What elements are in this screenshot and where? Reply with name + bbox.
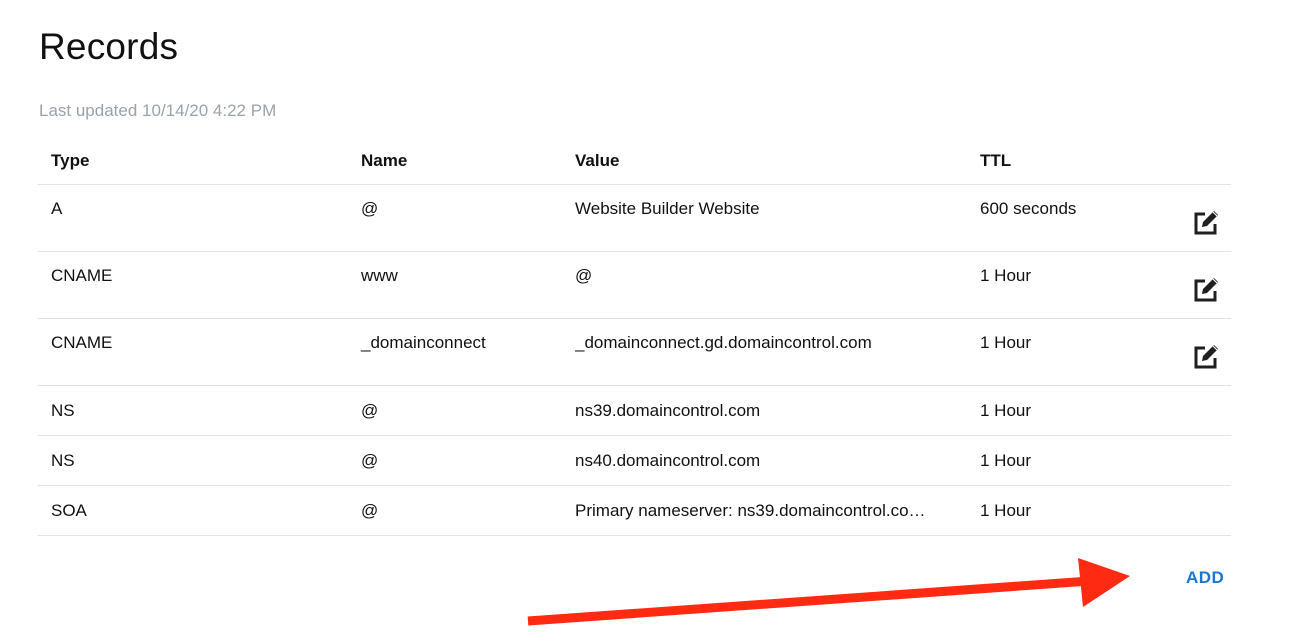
record-name: www — [361, 266, 398, 285]
record-type: NS — [51, 401, 75, 420]
edit-record-button[interactable] — [1190, 207, 1222, 239]
edit-icon — [1194, 211, 1218, 235]
record-value: _domainconnect.gd.domaincontrol.com — [575, 333, 872, 352]
table-row: NS @ ns39.domaincontrol.com 1 Hour — [38, 386, 1231, 436]
record-ttl: 1 Hour — [980, 333, 1032, 352]
page-title: Records — [39, 26, 179, 67]
record-ttl: 1 Hour — [980, 501, 1032, 520]
dns-records-table: Type Name Value TTL A @ Website Builder … — [38, 137, 1231, 536]
edit-icon — [1194, 278, 1218, 302]
table-row: CNAME _domainconnect _domainconnect.gd.d… — [38, 319, 1231, 386]
table-row: A @ Website Builder Website 600 seconds — [38, 185, 1231, 252]
record-value: ns39.domaincontrol.com — [575, 401, 761, 420]
record-ttl: 1 Hour — [980, 401, 1032, 420]
record-name: @ — [361, 451, 379, 470]
record-type: NS — [51, 451, 75, 470]
record-type: CNAME — [51, 333, 113, 352]
record-name: _domainconnect — [361, 333, 486, 352]
record-type: A — [51, 199, 63, 218]
record-name: @ — [361, 401, 379, 420]
arrow-right-icon — [527, 558, 1130, 626]
record-name: @ — [361, 199, 379, 218]
record-ttl: 1 Hour — [980, 451, 1032, 470]
record-type: CNAME — [51, 266, 113, 285]
record-name: @ — [361, 501, 379, 520]
record-ttl: 600 seconds — [980, 199, 1077, 218]
column-header-value: Value — [575, 151, 620, 170]
record-value: @ — [575, 266, 593, 285]
add-record-button[interactable]: ADD — [1186, 568, 1224, 588]
edit-record-button[interactable] — [1190, 341, 1222, 373]
column-header-name: Name — [361, 151, 408, 170]
table-row: CNAME www @ 1 Hour — [38, 252, 1231, 319]
column-header-ttl: TTL — [980, 151, 1012, 170]
column-header-type: Type — [51, 151, 90, 170]
table-header: Type Name Value TTL — [38, 137, 1231, 185]
table-row: SOA @ Primary nameserver: ns39.domaincon… — [38, 486, 1231, 536]
table-row: NS @ ns40.domaincontrol.com 1 Hour — [38, 436, 1231, 486]
record-value: ns40.domaincontrol.com — [575, 451, 761, 470]
record-value: Website Builder Website — [575, 199, 760, 218]
last-updated-text: Last updated 10/14/20 4:22 PM — [39, 101, 277, 120]
edit-record-button[interactable] — [1190, 274, 1222, 306]
record-type: SOA — [51, 501, 87, 520]
record-value: Primary nameserver: ns39.domaincontrol.c… — [575, 501, 926, 520]
record-ttl: 1 Hour — [980, 266, 1032, 285]
edit-icon — [1194, 345, 1218, 369]
